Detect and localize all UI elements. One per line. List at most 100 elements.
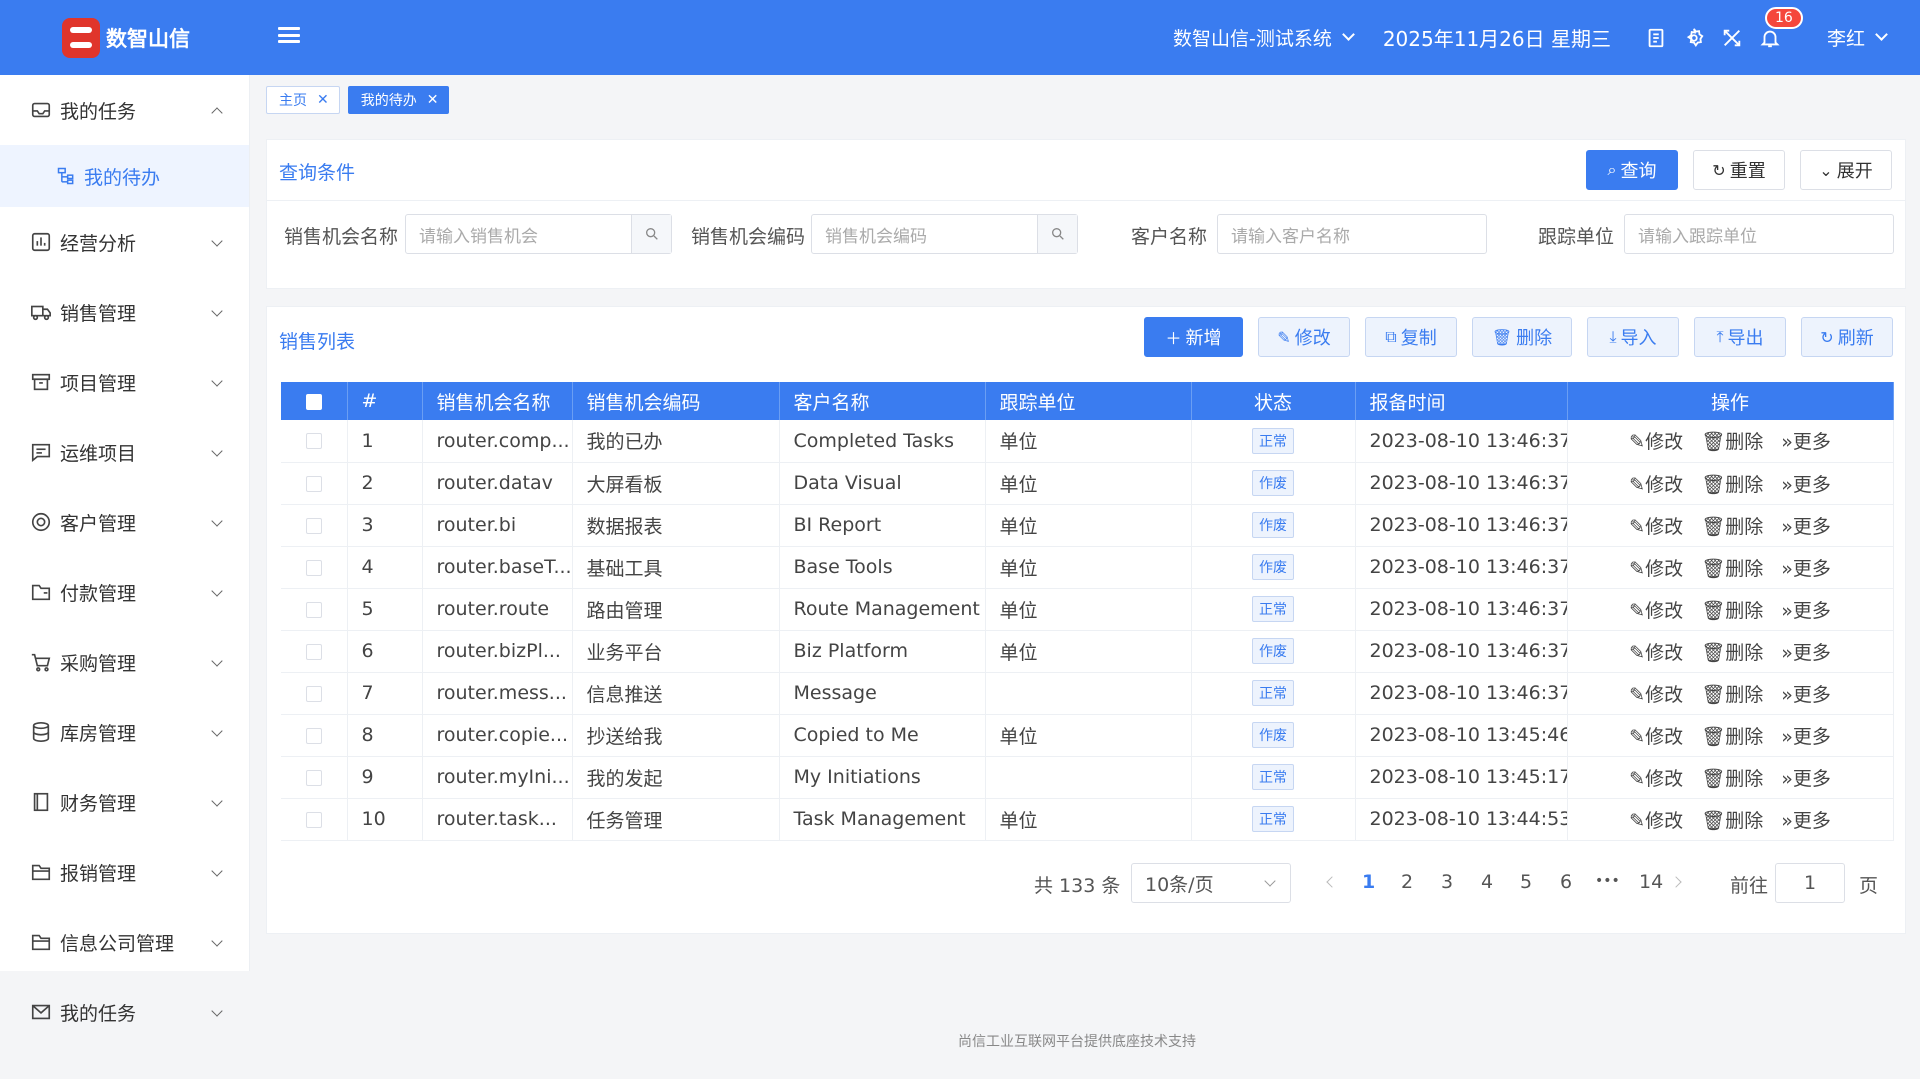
next-page-icon[interactable] [1670,876,1682,888]
system-select[interactable]: 数智山信-测试系统 [1173,24,1355,51]
row-edit-link[interactable]: ✎修改 [1629,516,1683,538]
row-edit-link[interactable]: ✎修改 [1629,431,1683,453]
table-row[interactable]: 8 router.copie... 抄送给我 Copied to Me 单位 作废 2023… [281,714,1894,757]
menu-toggle-icon[interactable] [278,24,300,46]
sidebar-item-reimbursement[interactable]: 报销管理 [0,837,249,907]
row-more-link[interactable]: »更多 [1781,474,1831,496]
row-delete-link[interactable]: 🗑删除 [1701,474,1763,496]
prev-page-icon[interactable] [1326,876,1338,888]
row-more-link[interactable]: »更多 [1781,558,1831,580]
sidebar-item-sales[interactable]: 销售管理 [0,277,249,347]
sidebar-item-finance[interactable]: 财务管理 [0,767,249,837]
search-button[interactable]: ⌕ 查询 [1586,150,1678,190]
row-delete-link[interactable]: 🗑删除 [1701,810,1763,832]
bell-icon[interactable]: 16 [1759,6,1803,49]
row-more-link[interactable]: »更多 [1781,431,1831,453]
row-more-link[interactable]: »更多 [1781,516,1831,538]
search-icon[interactable] [631,215,671,253]
logo[interactable]: 数智山信 [62,18,190,58]
tab-home[interactable]: 主页 ✕ [266,86,340,114]
row-checkbox[interactable] [281,714,348,757]
edit-button[interactable]: ✎ 修改 [1258,317,1350,357]
page-2[interactable]: 2 [1401,871,1413,893]
sidebar-item-info-company[interactable]: 信息公司管理 [0,907,249,977]
import-button[interactable]: ⤓ 导入 [1587,317,1679,357]
row-more-link[interactable]: »更多 [1781,810,1831,832]
refresh-button[interactable]: ↻ 刷新 [1801,317,1893,357]
row-checkbox[interactable] [281,420,348,463]
table-row[interactable]: 3 router.bi 数据报表 BI Report 单位 作废 2023-08-10 13… [281,504,1894,547]
tab-my-todo[interactable]: 我的待办 ✕ [347,86,450,114]
row-delete-link[interactable]: 🗑删除 [1701,600,1763,622]
row-edit-link[interactable]: ✎修改 [1629,768,1683,790]
row-delete-link[interactable]: 🗑删除 [1701,768,1763,790]
reset-button[interactable]: ↻ 重置 [1693,150,1785,190]
document-icon[interactable] [1645,27,1667,49]
row-more-link[interactable]: »更多 [1781,726,1831,748]
tracking-unit-input[interactable]: 请输入跟踪单位 [1624,214,1894,254]
select-all-checkbox[interactable] [281,382,348,420]
row-edit-link[interactable]: ✎修改 [1629,558,1683,580]
page-5[interactable]: 5 [1520,871,1532,893]
row-edit-link[interactable]: ✎修改 [1629,726,1683,748]
row-edit-link[interactable]: ✎修改 [1629,810,1683,832]
row-delete-link[interactable]: 🗑删除 [1701,726,1763,748]
row-delete-link[interactable]: 🗑删除 [1701,684,1763,706]
close-icon[interactable]: ✕ [317,92,329,108]
page-14[interactable]: 14 [1639,871,1663,893]
page-3[interactable]: 3 [1441,871,1453,893]
row-more-link[interactable]: »更多 [1781,600,1831,622]
table-row[interactable]: 1 router.comp... 我的已办 Completed Tasks 单位 正常 20… [281,420,1894,463]
row-edit-link[interactable]: ✎修改 [1629,684,1683,706]
row-edit-link[interactable]: ✎修改 [1629,642,1683,664]
row-delete-link[interactable]: 🗑删除 [1701,642,1763,664]
export-button[interactable]: ⤒ 导出 [1694,317,1786,357]
row-checkbox[interactable] [281,546,348,589]
page-1[interactable]: 1 [1362,871,1375,893]
sidebar-item-warehouse[interactable]: 库房管理 [0,697,249,767]
row-more-link[interactable]: »更多 [1781,768,1831,790]
row-checkbox[interactable] [281,504,348,547]
row-checkbox[interactable] [281,588,348,631]
expand-button[interactable]: ⌄ 展开 [1800,150,1892,190]
table-row[interactable]: 5 router.route 路由管理 Route Management 单位 正常 202… [281,588,1894,631]
row-checkbox[interactable] [281,462,348,505]
fullscreen-icon[interactable] [1721,27,1743,49]
sidebar-item-projects[interactable]: 项目管理 [0,347,249,417]
user-menu[interactable]: 李红 [1827,24,1888,51]
table-row[interactable]: 9 router.myIni... 我的发起 My Initiations 正常 2023… [281,756,1894,799]
page-6[interactable]: 6 [1560,871,1572,893]
table-row[interactable]: 10 router.task... 任务管理 Task Management 单位 正常 2… [281,798,1894,841]
page-4[interactable]: 4 [1481,871,1493,893]
sidebar-item-ops-projects[interactable]: 运维项目 [0,417,249,487]
sidebar-item-business-analysis[interactable]: 经营分析 [0,207,249,277]
copy-button[interactable]: ⧉ 复制 [1365,317,1457,357]
sidebar-item-purchasing[interactable]: 采购管理 [0,627,249,697]
goto-page-input[interactable]: 1 [1775,863,1845,903]
row-checkbox[interactable] [281,672,348,715]
row-more-link[interactable]: »更多 [1781,684,1831,706]
search-icon[interactable] [1037,215,1077,253]
delete-button[interactable]: 🗑 删除 [1472,317,1572,357]
sidebar-item-my-tasks[interactable]: 我的任务 [0,75,249,145]
opportunity-code-input[interactable]: 销售机会编码 [811,214,1078,254]
sidebar-item-payments[interactable]: 付款管理 [0,557,249,627]
row-delete-link[interactable]: 🗑删除 [1701,431,1763,453]
row-delete-link[interactable]: 🗑删除 [1701,516,1763,538]
opportunity-name-input[interactable]: 请输入销售机会 [405,214,672,254]
sidebar-item-my-tasks-2[interactable]: 我的任务 [0,977,249,1047]
row-checkbox[interactable] [281,756,348,799]
sidebar-item-customers[interactable]: 客户管理 [0,487,249,557]
more-pages-icon[interactable]: ••• [1595,873,1620,889]
table-row[interactable]: 2 router.datav 大屏看板 Data Visual 单位 作废 2023-08-… [281,462,1894,505]
row-edit-link[interactable]: ✎修改 [1629,474,1683,496]
row-edit-link[interactable]: ✎修改 [1629,600,1683,622]
add-button[interactable]: ＋新增 [1144,317,1243,357]
table-row[interactable]: 4 router.baseT... 基础工具 Base Tools 单位 作废 2023-0… [281,546,1894,589]
page-size-select[interactable]: 10条/页 [1131,863,1291,903]
gear-icon[interactable] [1683,27,1705,49]
sidebar-subitem-my-todo[interactable]: 我的待办 [0,145,249,207]
row-more-link[interactable]: »更多 [1781,642,1831,664]
row-checkbox[interactable] [281,630,348,673]
table-row[interactable]: 6 router.bizPl... 业务平台 Biz Platform 单位 作废 2023… [281,630,1894,673]
